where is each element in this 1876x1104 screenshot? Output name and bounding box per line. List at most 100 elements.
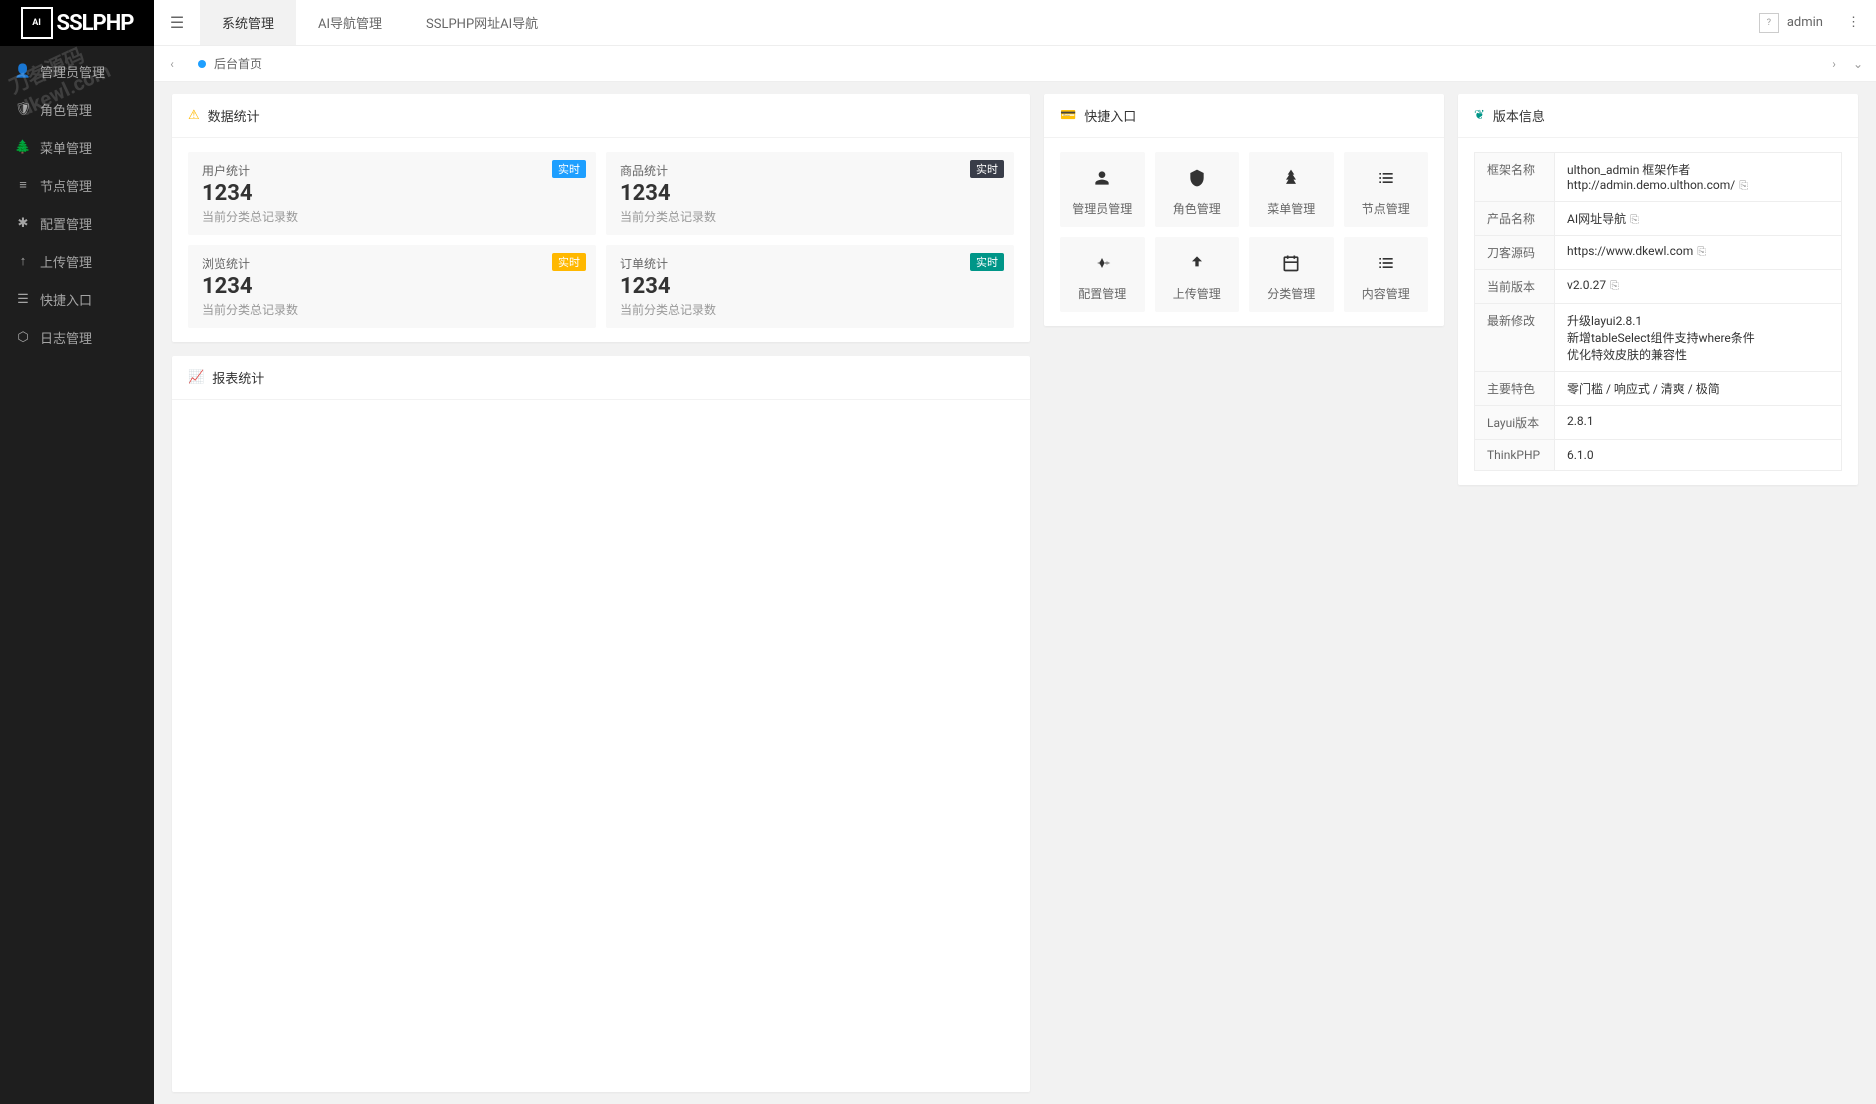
- quick-item-0[interactable]: 管理员管理: [1060, 152, 1145, 227]
- sidebar: AI SSLPHP 刀客源码dkewl.com 👤管理员管理🛡角色管理🌲菜单管理…: [0, 0, 154, 1104]
- tabs-dropdown-icon[interactable]: ⌄: [1846, 57, 1870, 71]
- quick-label: 节点管理: [1362, 200, 1410, 217]
- tab-home[interactable]: 后台首页: [184, 46, 276, 81]
- sidebar-item-label: 上传管理: [40, 252, 92, 271]
- stat-title: 订单统计: [620, 255, 1000, 272]
- leaf-icon: ❦: [1474, 108, 1485, 123]
- topnav-tab-0[interactable]: 系统管理: [200, 0, 296, 45]
- content-icon: [1376, 251, 1396, 275]
- sidebar-item-4[interactable]: ✱配置管理: [0, 204, 154, 242]
- version-row-7: ThinkPHP6.1.0: [1475, 440, 1842, 471]
- quick-item-7[interactable]: 内容管理: [1344, 237, 1429, 312]
- report-card: 📈 报表统计: [172, 356, 1030, 1092]
- user-icon: [1092, 166, 1112, 190]
- tab-active-dot: [198, 60, 206, 68]
- stat-value: 1234: [620, 274, 1000, 299]
- sidebar-item-icon: ✱: [14, 216, 32, 231]
- logo-icon: AI: [21, 7, 53, 39]
- stat-subtitle: 当前分类总记录数: [202, 208, 582, 225]
- sidebar-item-0[interactable]: 👤管理员管理: [0, 52, 154, 90]
- quick-label: 管理员管理: [1072, 200, 1132, 217]
- quick-item-4[interactable]: 配置管理: [1060, 237, 1145, 312]
- quick-item-1[interactable]: 角色管理: [1155, 152, 1240, 227]
- stat-title: 商品统计: [620, 162, 1000, 179]
- version-value: 零门槛 / 响应式 / 清爽 / 极简: [1555, 372, 1842, 406]
- copy-icon[interactable]: ⎘: [1739, 179, 1748, 192]
- version-value: https://www.dkewl.com⎘: [1555, 236, 1842, 270]
- copy-icon[interactable]: ⎘: [1630, 213, 1639, 226]
- sidebar-item-label: 日志管理: [40, 328, 92, 347]
- breadcrumb-tabs: ‹ 后台首页 › ⌄: [154, 46, 1876, 82]
- avatar[interactable]: ?: [1759, 13, 1779, 33]
- quick-label: 分类管理: [1267, 285, 1315, 302]
- upload-icon: [1187, 251, 1207, 275]
- sidebar-item-3[interactable]: ≡节点管理: [0, 166, 154, 204]
- top-navigation: ☰ 系统管理AI导航管理SSLPHP网址AI导航 ? admin ⋮: [154, 0, 1876, 46]
- sidebar-item-icon: 🌲: [14, 140, 32, 155]
- quick-label: 配置管理: [1078, 285, 1126, 302]
- warning-icon: ⚠: [188, 108, 200, 123]
- version-row-2: 刀客源码https://www.dkewl.com⎘: [1475, 236, 1842, 270]
- version-row-3: 当前版本v2.0.27⎘: [1475, 270, 1842, 304]
- sidebar-item-7[interactable]: ⬡日志管理: [0, 318, 154, 356]
- tree-icon: [1281, 166, 1301, 190]
- logo[interactable]: AI SSLPHP: [0, 0, 154, 46]
- quick-item-6[interactable]: 分类管理: [1249, 237, 1334, 312]
- version-value: ulthon_admin 框架作者http://admin.demo.ultho…: [1555, 153, 1842, 202]
- quick-item-3[interactable]: 节点管理: [1344, 152, 1429, 227]
- version-value: 2.8.1: [1555, 406, 1842, 440]
- version-title: 版本信息: [1493, 106, 1545, 125]
- topnav-tab-2[interactable]: SSLPHP网址AI导航: [404, 0, 560, 45]
- calendar-icon: [1281, 251, 1301, 275]
- tabs-next-icon[interactable]: ›: [1822, 57, 1846, 71]
- quick-label: 菜单管理: [1267, 200, 1315, 217]
- gear-icon: [1092, 251, 1112, 275]
- stat-title: 浏览统计: [202, 255, 582, 272]
- sidebar-item-1[interactable]: 🛡角色管理: [0, 90, 154, 128]
- stat-subtitle: 当前分类总记录数: [620, 208, 1000, 225]
- version-label: 最新修改: [1475, 304, 1555, 372]
- version-label: 产品名称: [1475, 202, 1555, 236]
- stat-box-3: 实时 订单统计 1234 当前分类总记录数: [606, 245, 1014, 328]
- username[interactable]: admin: [1787, 15, 1823, 30]
- version-label: 主要特色: [1475, 372, 1555, 406]
- sidebar-item-label: 快捷入口: [40, 290, 92, 309]
- stat-title: 用户统计: [202, 162, 582, 179]
- quick-entry-card: 💳 快捷入口 管理员管理角色管理菜单管理节点管理配置管理上传管理分类管理内容管理: [1044, 94, 1444, 326]
- stat-value: 1234: [620, 181, 1000, 206]
- version-value: v2.0.27⎘: [1555, 270, 1842, 304]
- stat-box-0: 实时 用户统计 1234 当前分类总记录数: [188, 152, 596, 235]
- sidebar-item-2[interactable]: 🌲菜单管理: [0, 128, 154, 166]
- quick-title: 快捷入口: [1084, 106, 1136, 125]
- sidebar-item-icon: 👤: [14, 64, 32, 79]
- tabs-prev-icon[interactable]: ‹: [160, 57, 184, 71]
- quick-label: 上传管理: [1173, 285, 1221, 302]
- version-row-0: 框架名称ulthon_admin 框架作者http://admin.demo.u…: [1475, 153, 1842, 202]
- sidebar-item-5[interactable]: ↑ 上传管理: [0, 242, 154, 280]
- sidebar-item-icon: ↑: [14, 253, 32, 269]
- sidebar-item-icon: 🛡: [14, 102, 32, 117]
- sidebar-item-6[interactable]: ☰快捷入口: [0, 280, 154, 318]
- copy-icon[interactable]: ⎘: [1610, 279, 1619, 292]
- shield-icon: [1187, 166, 1207, 190]
- quick-item-2[interactable]: 菜单管理: [1249, 152, 1334, 227]
- stat-badge: 实时: [552, 160, 586, 178]
- quick-item-5[interactable]: 上传管理: [1155, 237, 1240, 312]
- list-icon: [1376, 166, 1396, 190]
- hamburger-icon[interactable]: ☰: [154, 0, 200, 46]
- stat-subtitle: 当前分类总记录数: [202, 301, 582, 318]
- more-icon[interactable]: ⋮: [1841, 15, 1866, 30]
- report-title: 报表统计: [212, 368, 264, 387]
- stat-badge: 实时: [970, 160, 1004, 178]
- stats-title: 数据统计: [208, 106, 260, 125]
- copy-icon[interactable]: ⎘: [1697, 245, 1706, 258]
- version-row-1: 产品名称AI网址导航⎘: [1475, 202, 1842, 236]
- topnav-tab-1[interactable]: AI导航管理: [296, 0, 404, 45]
- version-row-5: 主要特色零门槛 / 响应式 / 清爽 / 极简: [1475, 372, 1842, 406]
- stat-value: 1234: [202, 181, 582, 206]
- version-card: ❦ 版本信息 框架名称ulthon_admin 框架作者http://admin…: [1458, 94, 1858, 485]
- quick-label: 内容管理: [1362, 285, 1410, 302]
- chart-icon: 📈: [188, 370, 204, 385]
- sidebar-item-label: 节点管理: [40, 176, 92, 195]
- stat-subtitle: 当前分类总记录数: [620, 301, 1000, 318]
